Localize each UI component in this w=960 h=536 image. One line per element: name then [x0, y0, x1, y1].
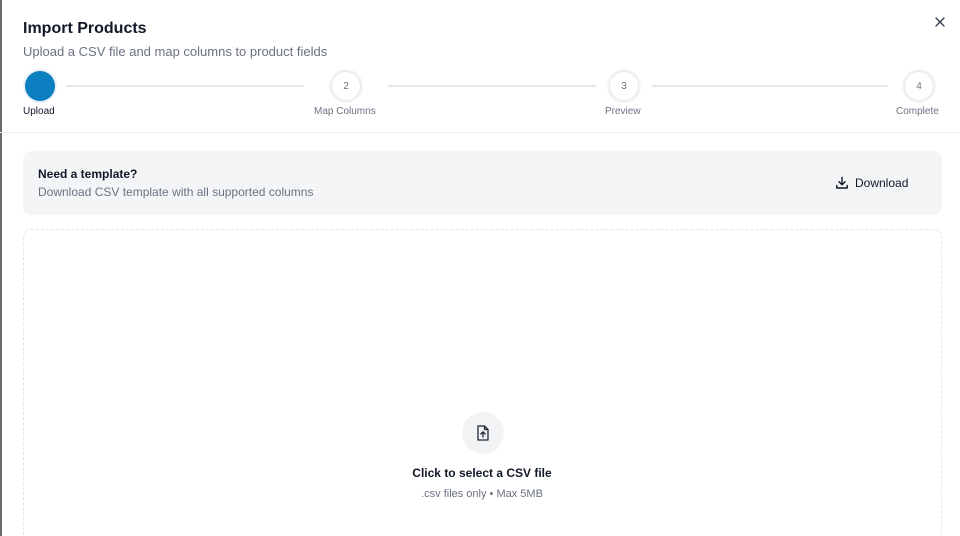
file-dropzone[interactable]: Click to select a CSV file .csv files on…	[23, 229, 942, 536]
template-description: Download CSV template with all supported…	[38, 185, 314, 199]
step-connector	[388, 85, 596, 87]
dropzone-title: Click to select a CSV file	[412, 466, 552, 480]
close-icon	[935, 17, 945, 27]
download-label: Download	[855, 176, 909, 190]
step-4-indicator[interactable]: 4	[904, 71, 934, 101]
step-number: 4	[916, 80, 922, 92]
step-2-label: Map Columns	[314, 106, 376, 117]
file-upload-icon	[477, 425, 489, 441]
step-connector	[652, 85, 888, 87]
dropzone-hint: .csv files only • Max 5MB	[421, 488, 543, 500]
template-title: Need a template?	[38, 167, 138, 181]
window-edge	[0, 0, 2, 536]
step-1-indicator[interactable]	[25, 71, 55, 101]
step-2-indicator[interactable]: 2	[331, 71, 361, 101]
upload-icon-badge	[462, 412, 504, 454]
step-3-label: Preview	[605, 106, 641, 117]
step-1-label: Upload	[23, 106, 55, 117]
template-panel: Need a template? Download CSV template w…	[23, 151, 942, 215]
import-products-dialog: Import Products Upload a CSV file and ma…	[0, 0, 960, 536]
step-number: 2	[343, 80, 349, 92]
download-template-button[interactable]: Download	[835, 173, 908, 193]
header-divider	[0, 132, 960, 133]
download-icon	[836, 176, 848, 189]
step-3-indicator[interactable]: 3	[609, 71, 639, 101]
dialog-title: Import Products	[23, 20, 147, 37]
step-4-label: Complete	[896, 106, 939, 117]
dialog-subtitle: Upload a CSV file and map columns to pro…	[23, 44, 328, 59]
step-connector	[66, 85, 304, 87]
step-number: 3	[621, 80, 627, 92]
close-button[interactable]	[930, 12, 950, 32]
